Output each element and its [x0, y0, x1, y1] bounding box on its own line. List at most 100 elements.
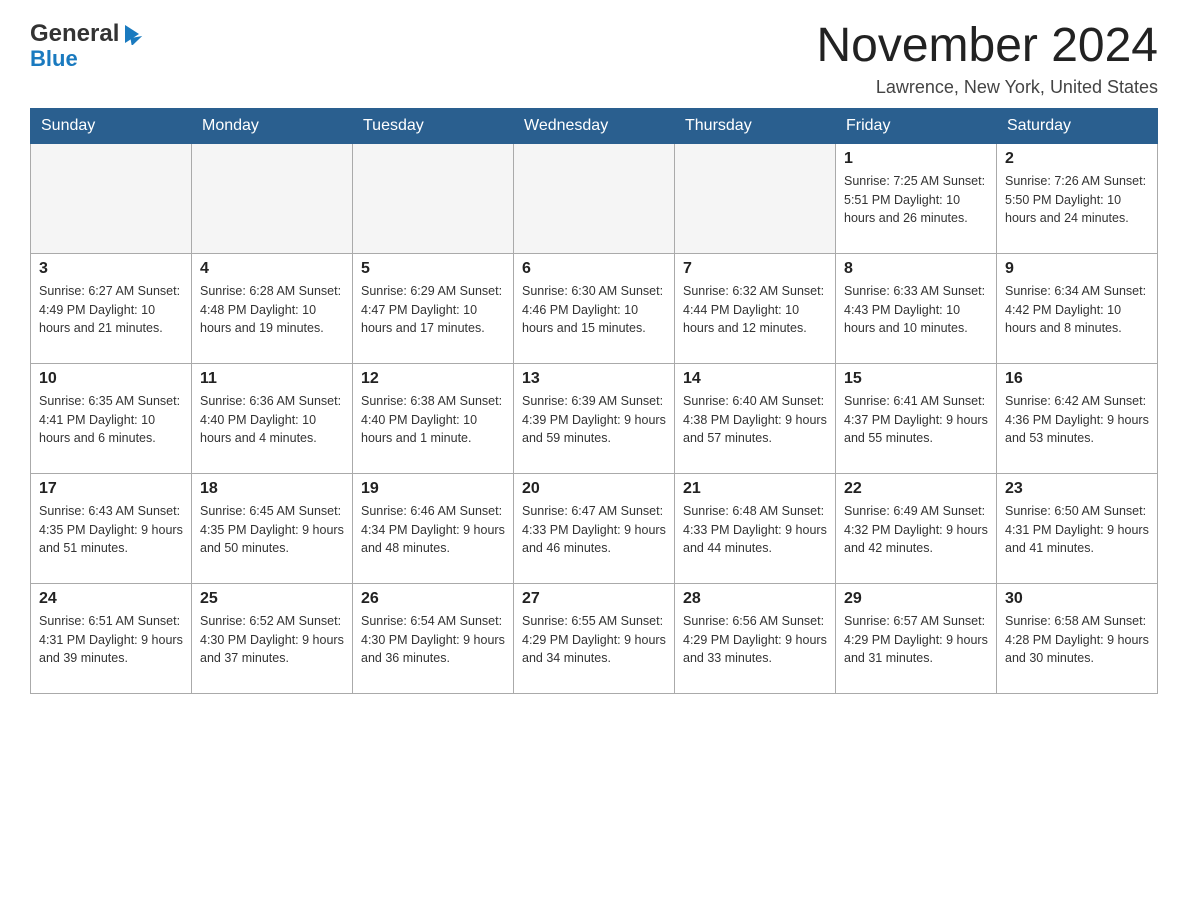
day-number: 4: [200, 260, 344, 278]
day-number: 11: [200, 370, 344, 388]
day-number: 24: [39, 590, 183, 608]
logo-arrow-icon: [121, 23, 143, 45]
day-number: 28: [683, 590, 827, 608]
day-info: Sunrise: 6:56 AM Sunset: 4:29 PM Dayligh…: [683, 612, 827, 668]
calendar-cell: 26Sunrise: 6:54 AM Sunset: 4:30 PM Dayli…: [353, 583, 514, 693]
day-info: Sunrise: 6:48 AM Sunset: 4:33 PM Dayligh…: [683, 502, 827, 558]
calendar-cell: 1Sunrise: 7:25 AM Sunset: 5:51 PM Daylig…: [836, 143, 997, 253]
day-info: Sunrise: 6:41 AM Sunset: 4:37 PM Dayligh…: [844, 392, 988, 448]
calendar-header-sunday: Sunday: [31, 108, 192, 143]
calendar-header-row: SundayMondayTuesdayWednesdayThursdayFrid…: [31, 108, 1158, 143]
calendar-cell: 4 Sunrise: 6:28 AM Sunset: 4:48 PM Daylig…: [192, 253, 353, 363]
day-info: Sunrise: 6:29 AM Sunset: 4:47 PM Dayligh…: [361, 282, 505, 338]
title-block: November 2024 Lawrence, New York, United…: [816, 20, 1158, 98]
calendar-cell: 14 Sunrise: 6:40 AM Sunset: 4:38 PM Dayli…: [675, 363, 836, 473]
calendar-cell: 18 Sunrise: 6:45 AM Sunset: 4:35 PM Dayli…: [192, 473, 353, 583]
calendar-cell: [31, 143, 192, 253]
day-info: Sunrise: 6:46 AM Sunset: 4:34 PM Dayligh…: [361, 502, 505, 558]
day-info: Sunrise: 6:47 AM Sunset: 4:33 PM Dayligh…: [522, 502, 666, 558]
day-info: Sunrise: 6:33 AM Sunset: 4:43 PM Dayligh…: [844, 282, 988, 338]
day-number: 26: [361, 590, 505, 608]
calendar-cell: 6Sunrise: 6:30 AM Sunset: 4:46 PM Daylig…: [514, 253, 675, 363]
calendar-cell: 8 Sunrise: 6:33 AM Sunset: 4:43 PM Daylig…: [836, 253, 997, 363]
day-info: Sunrise: 6:35 AM Sunset: 4:41 PM Dayligh…: [39, 392, 183, 448]
day-info: Sunrise: 6:38 AM Sunset: 4:40 PM Dayligh…: [361, 392, 505, 448]
calendar-cell: 3Sunrise: 6:27 AM Sunset: 4:49 PM Daylig…: [31, 253, 192, 363]
day-number: 9: [1005, 260, 1149, 278]
calendar-cell: [675, 143, 836, 253]
calendar-header-monday: Monday: [192, 108, 353, 143]
day-number: 20: [522, 480, 666, 498]
day-info: Sunrise: 6:28 AM Sunset: 4:48 PM Dayligh…: [200, 282, 344, 338]
day-info: Sunrise: 6:43 AM Sunset: 4:35 PM Dayligh…: [39, 502, 183, 558]
day-number: 23: [1005, 480, 1149, 498]
day-number: 18: [200, 480, 344, 498]
calendar-cell: 22 Sunrise: 6:49 AM Sunset: 4:32 PM Dayli…: [836, 473, 997, 583]
day-number: 19: [361, 480, 505, 498]
logo-general-text: General: [30, 20, 119, 48]
calendar-header-saturday: Saturday: [997, 108, 1158, 143]
calendar-cell: 16 Sunrise: 6:42 AM Sunset: 4:36 PM Dayli…: [997, 363, 1158, 473]
calendar-header-tuesday: Tuesday: [353, 108, 514, 143]
day-info: Sunrise: 7:26 AM Sunset: 5:50 PM Dayligh…: [1005, 172, 1149, 228]
day-info: Sunrise: 6:51 AM Sunset: 4:31 PM Dayligh…: [39, 612, 183, 668]
day-number: 8: [844, 260, 988, 278]
calendar-cell: 19 Sunrise: 6:46 AM Sunset: 4:34 PM Dayli…: [353, 473, 514, 583]
location-subtitle: Lawrence, New York, United States: [816, 77, 1158, 98]
day-info: Sunrise: 6:58 AM Sunset: 4:28 PM Dayligh…: [1005, 612, 1149, 668]
day-info: Sunrise: 6:55 AM Sunset: 4:29 PM Dayligh…: [522, 612, 666, 668]
day-number: 21: [683, 480, 827, 498]
day-number: 27: [522, 590, 666, 608]
day-info: Sunrise: 6:36 AM Sunset: 4:40 PM Dayligh…: [200, 392, 344, 448]
calendar-cell: [514, 143, 675, 253]
calendar-cell: [192, 143, 353, 253]
calendar-week-row: 1Sunrise: 7:25 AM Sunset: 5:51 PM Daylig…: [31, 143, 1158, 253]
calendar-cell: 5Sunrise: 6:29 AM Sunset: 4:47 PM Daylig…: [353, 253, 514, 363]
calendar-cell: 9 Sunrise: 6:34 AM Sunset: 4:42 PM Daylig…: [997, 253, 1158, 363]
calendar-week-row: 24 Sunrise: 6:51 AM Sunset: 4:31 PM Dayli…: [31, 583, 1158, 693]
calendar-cell: 30 Sunrise: 6:58 AM Sunset: 4:28 PM Dayli…: [997, 583, 1158, 693]
day-number: 13: [522, 370, 666, 388]
calendar-cell: 10 Sunrise: 6:35 AM Sunset: 4:41 PM Dayli…: [31, 363, 192, 473]
calendar-cell: [353, 143, 514, 253]
calendar-cell: 27 Sunrise: 6:55 AM Sunset: 4:29 PM Dayli…: [514, 583, 675, 693]
calendar-cell: 13 Sunrise: 6:39 AM Sunset: 4:39 PM Dayli…: [514, 363, 675, 473]
calendar-cell: 12 Sunrise: 6:38 AM Sunset: 4:40 PM Dayli…: [353, 363, 514, 473]
calendar-table: SundayMondayTuesdayWednesdayThursdayFrid…: [30, 108, 1158, 694]
calendar-cell: 29Sunrise: 6:57 AM Sunset: 4:29 PM Dayli…: [836, 583, 997, 693]
calendar-cell: 24 Sunrise: 6:51 AM Sunset: 4:31 PM Dayli…: [31, 583, 192, 693]
calendar-cell: 20 Sunrise: 6:47 AM Sunset: 4:33 PM Dayli…: [514, 473, 675, 583]
day-number: 10: [39, 370, 183, 388]
calendar-header-thursday: Thursday: [675, 108, 836, 143]
day-info: Sunrise: 6:49 AM Sunset: 4:32 PM Dayligh…: [844, 502, 988, 558]
day-info: Sunrise: 6:50 AM Sunset: 4:31 PM Dayligh…: [1005, 502, 1149, 558]
calendar-week-row: 3Sunrise: 6:27 AM Sunset: 4:49 PM Daylig…: [31, 253, 1158, 363]
logo: General Blue: [30, 20, 143, 72]
day-number: 17: [39, 480, 183, 498]
day-info: Sunrise: 6:39 AM Sunset: 4:39 PM Dayligh…: [522, 392, 666, 448]
day-number: 14: [683, 370, 827, 388]
calendar-cell: 17 Sunrise: 6:43 AM Sunset: 4:35 PM Dayli…: [31, 473, 192, 583]
calendar-cell: 28 Sunrise: 6:56 AM Sunset: 4:29 PM Dayli…: [675, 583, 836, 693]
calendar-cell: 11 Sunrise: 6:36 AM Sunset: 4:40 PM Dayli…: [192, 363, 353, 473]
calendar-week-row: 17 Sunrise: 6:43 AM Sunset: 4:35 PM Dayli…: [31, 473, 1158, 583]
day-info: Sunrise: 7:25 AM Sunset: 5:51 PM Dayligh…: [844, 172, 988, 228]
day-number: 2: [1005, 150, 1149, 168]
calendar-cell: 2 Sunrise: 7:26 AM Sunset: 5:50 PM Daylig…: [997, 143, 1158, 253]
day-number: 12: [361, 370, 505, 388]
logo-blue-text: Blue: [30, 46, 78, 72]
day-number: 15: [844, 370, 988, 388]
calendar-cell: 7Sunrise: 6:32 AM Sunset: 4:44 PM Daylig…: [675, 253, 836, 363]
day-number: 3: [39, 260, 183, 278]
day-number: 16: [1005, 370, 1149, 388]
calendar-cell: 15 Sunrise: 6:41 AM Sunset: 4:37 PM Dayli…: [836, 363, 997, 473]
day-number: 30: [1005, 590, 1149, 608]
calendar-cell: 25Sunrise: 6:52 AM Sunset: 4:30 PM Dayli…: [192, 583, 353, 693]
day-info: Sunrise: 6:45 AM Sunset: 4:35 PM Dayligh…: [200, 502, 344, 558]
day-number: 22: [844, 480, 988, 498]
day-info: Sunrise: 6:40 AM Sunset: 4:38 PM Dayligh…: [683, 392, 827, 448]
day-number: 29: [844, 590, 988, 608]
day-info: Sunrise: 6:34 AM Sunset: 4:42 PM Dayligh…: [1005, 282, 1149, 338]
day-info: Sunrise: 6:52 AM Sunset: 4:30 PM Dayligh…: [200, 612, 344, 668]
day-info: Sunrise: 6:42 AM Sunset: 4:36 PM Dayligh…: [1005, 392, 1149, 448]
